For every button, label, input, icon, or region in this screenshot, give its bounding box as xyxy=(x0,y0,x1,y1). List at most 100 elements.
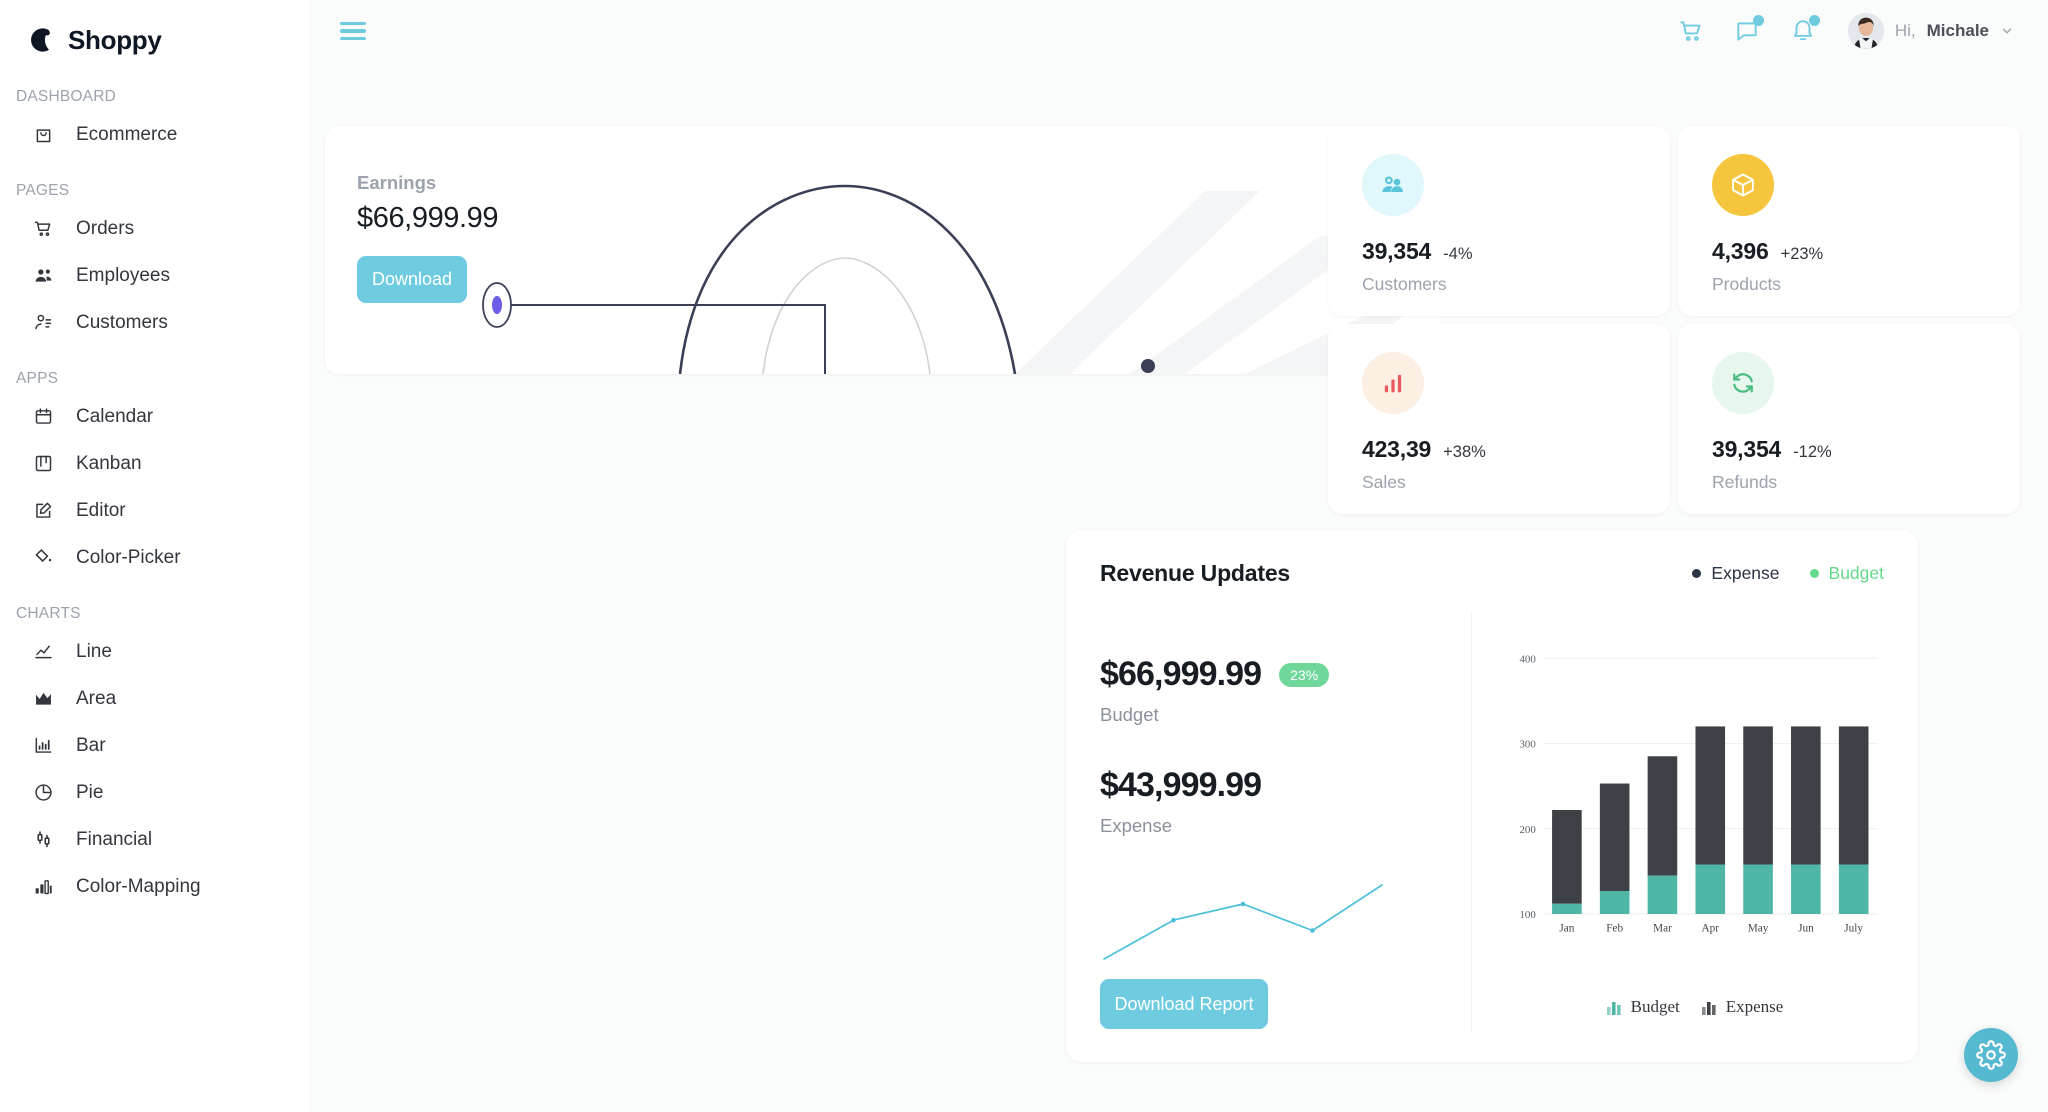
revenue-body: $66,999.99 23% Budget $43,999.99 Expense… xyxy=(1100,613,1884,1033)
revenue-header: Revenue Updates Expense Budget xyxy=(1100,560,1884,587)
sidebar-item-label: Employees xyxy=(76,264,170,286)
chat-badge xyxy=(1752,15,1764,26)
sidebar-item-pie[interactable]: Pie xyxy=(0,770,298,814)
app-root: Shoppy DASHBOARD Ecommerce PAGES Orders Empl… xyxy=(0,0,2048,1112)
user-menu[interactable]: Hi, Michale xyxy=(1847,13,2014,49)
crescent-logo-icon xyxy=(24,25,54,55)
color-picker-icon xyxy=(32,546,54,568)
stat-card-products[interactable]: 4,396 +23% Products xyxy=(1678,126,2020,316)
sidebar-item-bar[interactable]: Bar xyxy=(0,723,298,767)
shopping-cart-icon xyxy=(32,217,54,239)
svg-text:Mar: Mar xyxy=(1653,923,1672,935)
download-button[interactable]: Download xyxy=(357,256,467,303)
cart-icon[interactable] xyxy=(1676,16,1706,46)
edit-pencil-icon xyxy=(32,499,54,521)
bar-legend-budget[interactable]: Budget xyxy=(1606,997,1680,1017)
sidebar-item-orders[interactable]: Orders xyxy=(0,206,298,250)
revenue-legend: Expense Budget xyxy=(1692,563,1884,584)
brand[interactable]: Shoppy xyxy=(0,0,308,62)
budget-amount: $66,999.99 xyxy=(1100,655,1262,693)
earnings-decorative-chart xyxy=(482,184,1441,374)
hamburger-menu-icon[interactable] xyxy=(336,14,370,48)
stat-value: 423,39 xyxy=(1362,436,1432,462)
budget-block: $66,999.99 23% Budget xyxy=(1100,655,1451,726)
budget-caption: Budget xyxy=(1100,704,1159,725)
expense-caption: Expense xyxy=(1100,815,1172,836)
svg-text:Feb: Feb xyxy=(1606,923,1623,935)
customer-person-icon xyxy=(32,311,54,333)
sidebar-item-label: Color-Mapping xyxy=(76,875,201,897)
chevron-down-icon[interactable] xyxy=(2000,24,2014,38)
stat-card-sales[interactable]: 423,39 +38% Sales xyxy=(1328,324,1670,514)
download-report-button[interactable]: Download Report xyxy=(1100,979,1268,1029)
revenue-chart-area: 100 200 300 400 Jan Feb Mar Apr May Jun July Budge… xyxy=(1472,613,1884,1033)
stat-value: 39,354 xyxy=(1362,238,1432,264)
legend-item-expense[interactable]: Expense xyxy=(1692,563,1780,584)
notification-bell-icon[interactable] xyxy=(1788,15,1820,46)
topbar: Hi, Michale xyxy=(308,0,2048,62)
sidebar-nav: DASHBOARD Ecommerce PAGES Orders Employees Cu… xyxy=(0,88,308,908)
legend-dot-expense xyxy=(1692,569,1702,578)
sidebar-item-label: Pie xyxy=(76,781,104,803)
package-box-icon xyxy=(1712,154,1774,216)
sidebar-item-kanban[interactable]: Kanban xyxy=(0,441,298,485)
main-content: Hi, Michale Earnings $66,999.99 Download… xyxy=(308,0,2048,1112)
stat-delta: +38% xyxy=(1443,443,1486,461)
bar-legend-expense[interactable]: Expense xyxy=(1701,997,1784,1017)
sidebar-item-customers[interactable]: Customers xyxy=(0,300,298,344)
chat-icon[interactable] xyxy=(1732,15,1764,46)
legend-item-budget[interactable]: Budget xyxy=(1809,563,1884,584)
shopping-bag-icon xyxy=(32,123,54,145)
svg-text:400: 400 xyxy=(1519,653,1536,665)
earnings-card: Earnings $66,999.99 Download xyxy=(325,126,1441,374)
svg-text:Jan: Jan xyxy=(1559,923,1574,935)
expense-amount: $43,999.99 xyxy=(1100,766,1262,804)
earnings-value: $66,999.99 xyxy=(357,202,499,234)
sidebar-item-editor[interactable]: Editor xyxy=(0,488,298,532)
sidebar-item-label: Ecommerce xyxy=(76,123,178,145)
sidebar-item-financial[interactable]: Financial xyxy=(0,817,298,861)
sidebar-item-label: Calendar xyxy=(76,405,154,427)
sidebar-item-ecommerce[interactable]: Ecommerce xyxy=(0,112,298,156)
bar-legend-icon-expense xyxy=(1701,1000,1719,1015)
sidebar-item-employees[interactable]: Employees xyxy=(0,253,298,297)
sidebar-item-color-picker[interactable]: Color-Picker xyxy=(0,535,298,579)
stat-card-refunds[interactable]: 39,354 -12% Refunds xyxy=(1678,324,2020,514)
refresh-refund-icon xyxy=(1712,352,1774,414)
sidebar-group-label: DASHBOARD xyxy=(16,88,116,105)
bar-legend-label: Expense xyxy=(1725,997,1784,1016)
stat-card-customers[interactable]: 39,354 -4% Customers xyxy=(1328,126,1670,316)
revenue-updates-card: Revenue Updates Expense Budget $66,999.9… xyxy=(1066,530,1918,1062)
sidebar-item-color-mapping[interactable]: Color-Mapping xyxy=(0,864,298,908)
revenue-summary: $66,999.99 23% Budget $43,999.99 Expense… xyxy=(1100,613,1472,1033)
sidebar-item-label: Area xyxy=(76,687,117,709)
bars-up-icon xyxy=(1362,352,1424,414)
legend-label-expense: Expense xyxy=(1711,563,1780,583)
sidebar-item-line[interactable]: Line xyxy=(0,629,298,673)
settings-gear-icon[interactable] xyxy=(1964,1028,2018,1082)
kanban-board-icon xyxy=(32,452,54,474)
stat-caption: Refunds xyxy=(1712,472,1778,492)
financial-candlestick-icon xyxy=(32,828,54,850)
avatar xyxy=(1847,13,1884,49)
sidebar-item-label: Customers xyxy=(76,311,168,333)
stat-value: 4,396 xyxy=(1712,238,1769,264)
calendar-icon xyxy=(32,405,54,427)
sidebar-item-label: Financial xyxy=(76,828,153,850)
sidebar: Shoppy DASHBOARD Ecommerce PAGES Orders Empl… xyxy=(0,0,308,1112)
stat-caption: Sales xyxy=(1362,472,1406,492)
sidebar-item-calendar[interactable]: Calendar xyxy=(0,394,298,438)
pie-chart-icon xyxy=(32,781,54,803)
color-mapping-icon xyxy=(32,875,54,897)
sidebar-item-area[interactable]: Area xyxy=(0,676,298,720)
budget-percent-badge: 23% xyxy=(1279,662,1330,687)
notification-badge xyxy=(1808,15,1820,26)
page-title: Revenue Updates xyxy=(1100,560,1291,586)
brand-name: Shoppy xyxy=(68,24,162,55)
expense-block: $43,999.99 Expense xyxy=(1100,766,1451,837)
stat-delta: -4% xyxy=(1443,245,1473,263)
svg-text:300: 300 xyxy=(1519,739,1536,751)
svg-text:Apr: Apr xyxy=(1702,923,1720,935)
bar-chart-icon xyxy=(32,734,54,756)
stat-caption: Products xyxy=(1712,274,1782,294)
